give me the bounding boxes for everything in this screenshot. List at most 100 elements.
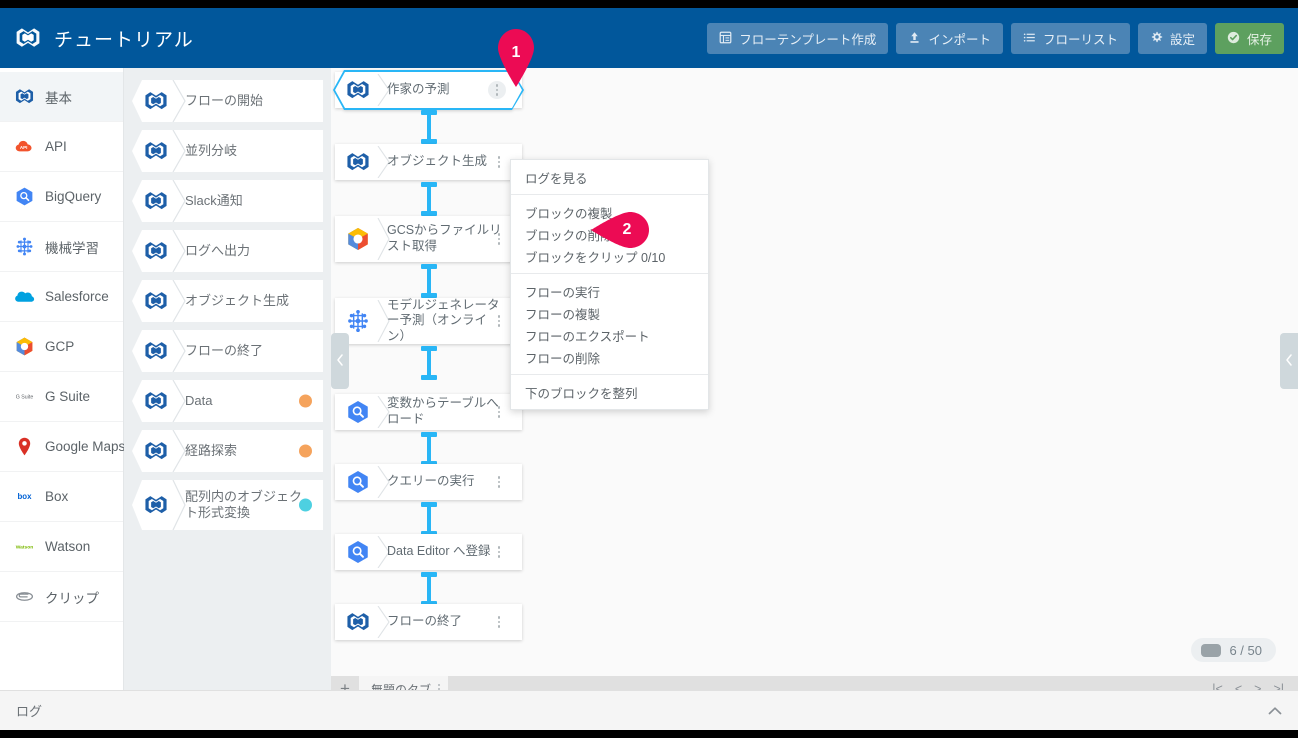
gear-icon	[1150, 31, 1163, 46]
svg-text:box: box	[18, 492, 33, 501]
palette-item-label: Data	[185, 392, 213, 408]
flow-block-menu-button[interactable]	[492, 404, 506, 420]
gcp-icon	[345, 226, 371, 252]
flow-block[interactable]: Data Editor へ登録	[335, 534, 522, 570]
menu-item-view-log[interactable]: ログを見る	[511, 166, 708, 188]
inspector-expand-handle[interactable]	[1280, 333, 1298, 389]
trocco-logo-icon	[143, 88, 169, 114]
flow-list-label: フローリスト	[1042, 32, 1118, 47]
sidebar-item-gsuite[interactable]: G Suite G Suite	[0, 372, 123, 422]
palette-item-divider	[172, 380, 186, 422]
palette-item-label: フローの終了	[185, 342, 264, 358]
palette-item[interactable]: 経路探索	[132, 430, 323, 472]
palette-item-label: 配列内のオブジェクト形式変換	[185, 488, 303, 520]
trocco-logo-icon	[14, 86, 35, 107]
palette-item[interactable]: オブジェクト生成	[132, 280, 323, 322]
flow-block-menu-button[interactable]	[492, 614, 506, 630]
flow-connector	[421, 110, 437, 144]
palette-item-label: 並列分岐	[185, 142, 238, 158]
palette-item-label: Slack通知	[185, 192, 243, 208]
machine-learning-icon	[14, 236, 35, 257]
flow-block[interactable]: クエリーの実行	[335, 464, 522, 500]
palette-item-label: ログへ出力	[185, 242, 251, 258]
flow-list-button[interactable]: フローリスト	[1010, 22, 1130, 54]
block-count-pill[interactable]: 6 / 50	[1191, 638, 1276, 662]
connector-stem	[427, 576, 431, 602]
sidebar-item-google-maps[interactable]: Google Maps	[0, 422, 126, 472]
chevron-up-icon[interactable]	[1268, 703, 1282, 719]
sidebar-item-box[interactable]: box Box	[0, 472, 123, 522]
create-flow-template-button[interactable]: フローテンプレート作成	[707, 22, 889, 54]
flow-block-menu-button[interactable]	[492, 154, 506, 170]
settings-button[interactable]: 設定	[1137, 22, 1207, 54]
flow-block[interactable]: モデルジェネレーター予測（オンライン）	[335, 298, 522, 344]
flow-block-menu-button[interactable]	[492, 544, 506, 560]
import-button[interactable]: インポート	[896, 22, 1003, 54]
context-menu-group: フローの実行 フローの複製 フローのエクスポート フローの削除	[511, 273, 708, 374]
page-title: チュートリアル	[54, 29, 194, 51]
category-sidebar: 基本 API API BigQuery 機械学習 Salesforce GCP …	[0, 68, 126, 702]
flow-block-label: モデルジェネレーター予測（オンライン）	[387, 297, 500, 343]
trocco-logo-icon	[143, 238, 169, 264]
flow-block[interactable]: オブジェクト生成	[335, 144, 522, 180]
palette-item-divider	[172, 280, 186, 322]
palette-item[interactable]: ログへ出力	[132, 230, 323, 272]
trocco-logo-icon	[345, 609, 371, 635]
context-menu-group: ログを見る	[511, 160, 708, 194]
menu-item-align-blocks-below[interactable]: 下のブロックを整列	[511, 381, 708, 403]
box-icon: box	[14, 486, 35, 507]
sidebar-item-gcp[interactable]: GCP	[0, 322, 123, 372]
trocco-logo-icon	[143, 338, 169, 364]
menu-item-export-flow[interactable]: フローのエクスポート	[511, 324, 708, 346]
menu-item-duplicate-flow[interactable]: フローの複製	[511, 302, 708, 324]
map-pin-icon	[14, 436, 35, 457]
flow-canvas[interactable]: 作家の予測 オブジェクト生成 GCSからファイルリスト取得 モデルジェネレーター…	[331, 68, 1298, 702]
flow-block[interactable]: フローの終了	[335, 604, 522, 640]
palette-item[interactable]: Slack通知	[132, 180, 323, 222]
settings-label: 設定	[1169, 32, 1195, 47]
sidebar-item-machine-learning-label: 機械学習	[45, 240, 99, 256]
sidebar-item-basic-label: 基本	[45, 90, 72, 106]
trocco-logo-icon	[143, 288, 169, 314]
bigquery-icon	[345, 469, 371, 495]
flow-block-menu-button[interactable]	[492, 474, 506, 490]
menu-item-delete-flow[interactable]: フローの削除	[511, 346, 708, 368]
menu-item-run-flow[interactable]: フローの実行	[511, 280, 708, 302]
palette-item[interactable]: フローの開始	[132, 80, 323, 122]
flow-block-menu-button[interactable]	[492, 313, 506, 329]
sidebar-item-machine-learning[interactable]: 機械学習	[0, 222, 123, 272]
bigquery-icon	[345, 539, 371, 565]
brand: チュートリアル	[0, 24, 194, 52]
trocco-logo-icon	[143, 388, 169, 414]
flow-block-label: 変数からテーブルへロード	[387, 396, 499, 426]
flow-block-menu-button[interactable]	[492, 231, 506, 247]
application-window: チュートリアル フローテンプレート作成 インポート フローリスト 設定 保存 基…	[0, 8, 1298, 730]
sidebar-item-google-maps-label: Google Maps	[45, 439, 126, 454]
palette-item[interactable]: フローの終了	[132, 330, 323, 372]
machine-learning-icon	[345, 308, 371, 334]
create-flow-template-label: フローテンプレート作成	[739, 32, 877, 47]
flow-block[interactable]: 変数からテーブルへロード	[335, 394, 522, 430]
palette-item[interactable]: 並列分岐	[132, 130, 323, 172]
connector-stem	[427, 436, 431, 462]
sidebar-item-salesforce[interactable]: Salesforce	[0, 272, 123, 322]
sidebar-item-watson[interactable]: Watson Watson	[0, 522, 123, 572]
sidebar-item-gsuite-label: G Suite	[45, 389, 91, 404]
palette-item[interactable]: Data	[132, 380, 323, 422]
palette-item[interactable]: 配列内のオブジェクト形式変換	[132, 480, 323, 530]
connector-stem	[427, 114, 431, 140]
sidebar-item-clip[interactable]: クリップ	[0, 572, 123, 622]
annotation-marker-2: 2	[591, 206, 653, 254]
svg-text:G Suite: G Suite	[16, 394, 34, 400]
sidebar-item-api[interactable]: API API	[0, 122, 123, 172]
connector-stem	[427, 268, 431, 294]
save-button[interactable]: 保存	[1214, 22, 1284, 54]
connector-stem	[427, 506, 431, 532]
trocco-logo-icon	[345, 77, 371, 103]
palette-collapse-handle[interactable]	[331, 333, 349, 389]
sidebar-item-basic[interactable]: 基本	[0, 72, 123, 122]
sidebar-item-bigquery[interactable]: BigQuery	[0, 172, 123, 222]
block-context-menu[interactable]: ログを見る ブロックの複製 ブロックの削除 ブロックをクリップ 0/10 フロー…	[510, 159, 709, 410]
flow-block[interactable]: GCSからファイルリスト取得	[335, 216, 522, 262]
chevron-left-icon	[336, 353, 344, 369]
